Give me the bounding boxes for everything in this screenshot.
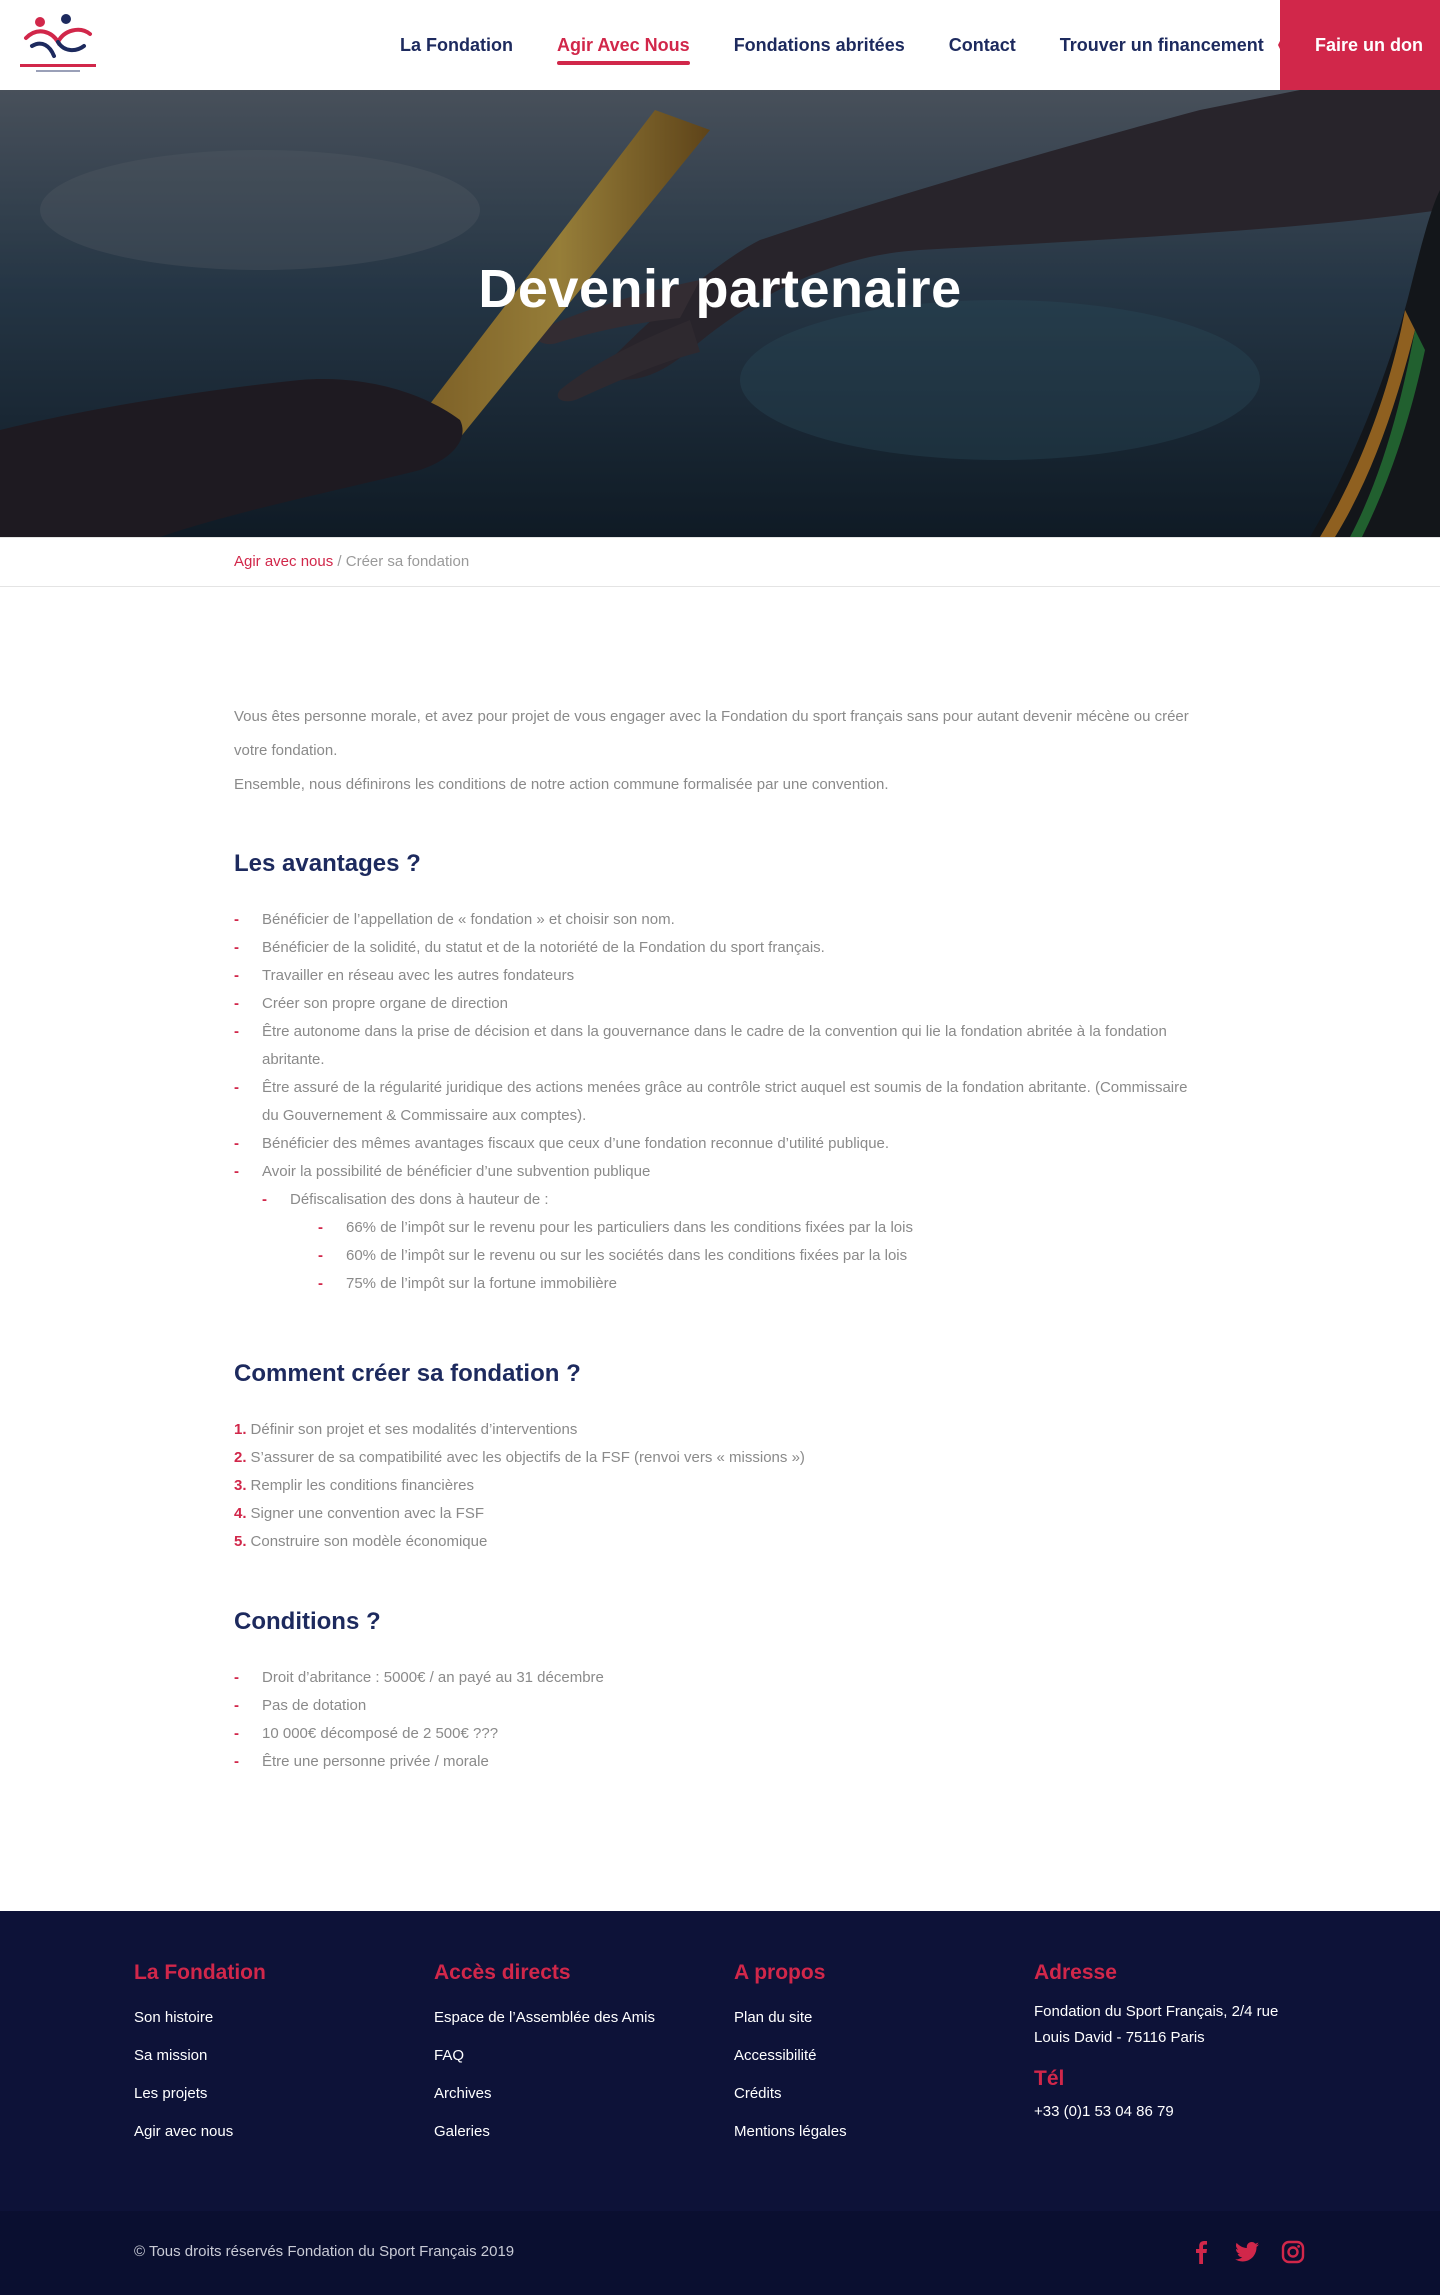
breadcrumb-link-agir[interactable]: Agir avec nous — [234, 553, 333, 570]
twitter-icon[interactable] — [1234, 2239, 1260, 2265]
nav-contact[interactable]: Contact — [949, 35, 1016, 56]
footer-link-son-histoire[interactable]: Son histoire — [134, 1999, 394, 2037]
footer-col-acces: Accès directs Espace de l’Assemblée des … — [434, 1961, 694, 2151]
list-item: 4. Signer une convention avec la FSF — [234, 1500, 1206, 1528]
main-content: Vous êtes personne morale, et avez pour … — [234, 700, 1206, 1776]
site-footer: La Fondation Son histoire Sa mission Les… — [0, 1911, 1440, 2211]
copyright: © Tous droits réservés Fondation du Spor… — [134, 2243, 515, 2260]
footer-address: Fondation du Sport Français, 2/4 rue Lou… — [1034, 2003, 1279, 2046]
footer-link-plan-du-site[interactable]: Plan du site — [734, 1999, 994, 2037]
breadcrumb-separator: / — [337, 553, 342, 570]
conditions-list: Droit d’abritance : 5000€ / an payé au 3… — [234, 1664, 1206, 1776]
nav-agir-avec-nous[interactable]: Agir Avec Nous — [556, 35, 690, 65]
creer-steps-list: 1. Définir son projet et ses modalités d’… — [234, 1416, 1206, 1556]
footer-link-galeries[interactable]: Galeries — [434, 2113, 694, 2151]
main-nav: La Fondation Agir Avec Nous Fondations a… — [378, 0, 1286, 90]
intro-text: Vous êtes personne morale, et avez pour … — [234, 700, 1206, 802]
breadcrumb-inner: Agir avec nous / Créer sa fondation — [234, 553, 469, 570]
list-item: Avoir la possibilité de bénéficier d’une… — [234, 1158, 1206, 1186]
list-item: Bénéficier des mêmes avantages fiscaux q… — [234, 1130, 1206, 1158]
list-item: 5. Construire son modèle économique — [234, 1528, 1206, 1556]
nav-trouver-financement[interactable]: Trouver un financement — [1060, 35, 1264, 56]
hero-banner: Devenir partenaire — [0, 90, 1440, 537]
avantages-sublist: Défiscalisation des dons à hauteur de : — [234, 1186, 1206, 1214]
step-number: 5. — [234, 1533, 247, 1550]
social-links — [1188, 2239, 1306, 2265]
step-number: 2. — [234, 1449, 247, 1466]
footer-bottom-bar: © Tous droits réservés Fondation du Spor… — [0, 2211, 1440, 2295]
footer-col-fondation: La Fondation Son histoire Sa mission Les… — [134, 1961, 394, 2151]
list-item: 75% de l’impôt sur la fortune immobilièr… — [234, 1270, 1206, 1298]
step-text: Définir son projet et ses modalités d’in… — [250, 1421, 578, 1438]
intro-paragraph: Vous êtes personne morale, et avez pour … — [234, 708, 1189, 759]
list-item: 10 000€ décomposé de 2 500€ ??? — [234, 1720, 1206, 1748]
list-item: Travailler en réseau avec les autres fon… — [234, 962, 1206, 990]
list-item: 2. S’assurer de sa compatibilité avec les… — [234, 1444, 1206, 1472]
list-item: Pas de dotation — [234, 1692, 1206, 1720]
nav-la-fondation[interactable]: La Fondation — [400, 35, 513, 56]
list-item: 60% de l’impôt sur le revenu ou sur les … — [234, 1242, 1206, 1270]
step-text: Signer une convention avec la FSF — [250, 1505, 484, 1522]
list-item: Bénéficier de la solidité, du statut et … — [234, 934, 1206, 962]
footer-heading: Adresse — [1034, 1961, 1117, 1984]
step-number: 4. — [234, 1505, 247, 1522]
site-header: La Fondation Agir Avec Nous Fondations a… — [0, 0, 1440, 90]
list-item: Être assuré de la régularité juridique d… — [234, 1074, 1206, 1130]
list-item: 3. Remplir les conditions financières — [234, 1472, 1206, 1500]
footer-col-adresse: Adresse Fondation du Sport Français, 2/4… — [1034, 1961, 1314, 2125]
step-number: 3. — [234, 1477, 247, 1494]
step-text: Construire son modèle économique — [250, 1533, 488, 1550]
footer-heading: Accès directs — [434, 1961, 571, 1984]
donate-button[interactable]: Faire un don — [1280, 0, 1440, 90]
avantages-subsublist: 66% de l’impôt sur le revenu pour les pa… — [234, 1214, 1206, 1298]
nav-fondations-abritees[interactable]: Fondations abritées — [734, 35, 905, 56]
footer-link-agir-avec-nous[interactable]: Agir avec nous — [134, 2113, 394, 2151]
facebook-icon[interactable] — [1188, 2239, 1214, 2265]
footer-heading: A propos — [734, 1961, 826, 1984]
list-item: Droit d’abritance : 5000€ / an payé au 3… — [234, 1664, 1206, 1692]
breadcrumb-current: Créer sa fondation — [345, 553, 470, 570]
section-title-creer: Comment créer sa fondation ? — [234, 1360, 581, 1387]
section-title-conditions: Conditions ? — [234, 1608, 381, 1635]
footer-link-sa-mission[interactable]: Sa mission — [134, 2037, 394, 2075]
footer-col-apropos: A propos Plan du site Accessibilité Créd… — [734, 1961, 994, 2151]
section-title-avantages: Les avantages ? — [234, 850, 421, 877]
instagram-icon[interactable] — [1280, 2239, 1306, 2265]
site-logo[interactable] — [18, 12, 98, 78]
list-item: Défiscalisation des dons à hauteur de : — [234, 1186, 1206, 1214]
avantages-list: Bénéficier de l’appellation de « fondati… — [234, 906, 1206, 1186]
footer-link-accessibilite[interactable]: Accessibilité — [734, 2037, 994, 2075]
list-item: Bénéficier de l’appellation de « fondati… — [234, 906, 1206, 934]
footer-link-credits[interactable]: Crédits — [734, 2075, 994, 2113]
footer-link-les-projets[interactable]: Les projets — [134, 2075, 394, 2113]
footer-link-archives[interactable]: Archives — [434, 2075, 694, 2113]
footer-heading: La Fondation — [134, 1961, 266, 1984]
step-text: S’assurer de sa compatibilité avec les o… — [250, 1449, 805, 1466]
step-number: 1. — [234, 1421, 247, 1438]
footer-heading-tel: Tél — [1034, 2067, 1065, 2090]
list-item: 66% de l’impôt sur le revenu pour les pa… — [234, 1214, 1206, 1242]
footer-link-faq[interactable]: FAQ — [434, 2037, 694, 2075]
list-item: Créer son propre organe de direction — [234, 990, 1206, 1018]
footer-link-assemblee[interactable]: Espace de l’Assemblée des Amis — [434, 1999, 694, 2037]
intro-paragraph: Ensemble, nous définirons les conditions… — [234, 776, 889, 793]
footer-phone[interactable]: +33 (0)1 53 04 86 79 — [1034, 2099, 1314, 2125]
step-text: Remplir les conditions financières — [250, 1477, 474, 1494]
list-item: Être autonome dans la prise de décision … — [234, 1018, 1206, 1074]
footer-link-mentions[interactable]: Mentions légales — [734, 2113, 994, 2151]
list-item: 1. Définir son projet et ses modalités d’… — [234, 1416, 1206, 1444]
list-item: Être une personne privée / morale — [234, 1748, 1206, 1776]
breadcrumb: Agir avec nous / Créer sa fondation — [0, 537, 1440, 587]
page-title: Devenir partenaire — [478, 259, 962, 319]
